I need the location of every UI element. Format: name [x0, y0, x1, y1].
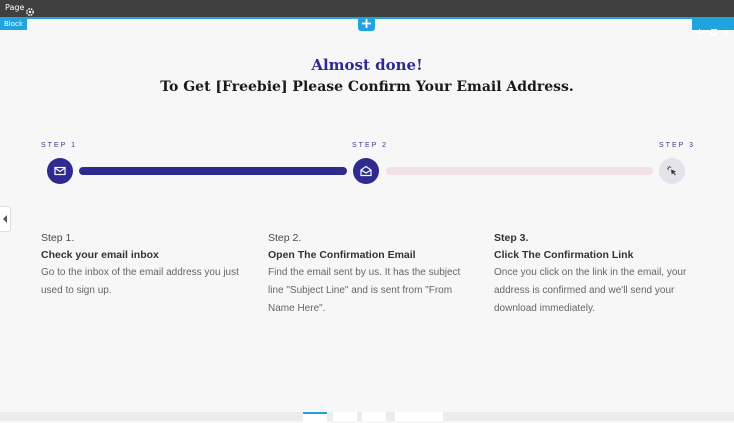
instruction-step-3: Step 3. Click The Confirmation Link Once… [494, 230, 704, 318]
plus-icon [362, 19, 371, 28]
block-toolbar [692, 19, 734, 36]
step-title: Open The Confirmation Email [268, 249, 416, 261]
step-3-label: STEP 3 [659, 142, 695, 149]
page-title: Almost done! [311, 56, 423, 74]
page-subtitle: To Get [Freebie] Please Confirm Your Ema… [160, 79, 574, 95]
step-description: Once you click on the link in the email,… [494, 267, 687, 314]
step-3-circle [659, 158, 685, 184]
editor-topbar: Page [0, 0, 734, 17]
bottom-toolbar-button[interactable] [395, 412, 443, 421]
sidebar-toggle[interactable] [0, 206, 11, 232]
mobile-view-tab[interactable] [362, 412, 386, 421]
step-2-circle [353, 158, 379, 184]
step-title: Check your email inbox [41, 249, 159, 261]
step-description: Go to the inbox of the email address you… [41, 267, 239, 296]
block-label[interactable]: Block [0, 19, 27, 30]
move-icon[interactable] [696, 21, 703, 36]
step-2-label: STEP 2 [352, 142, 388, 149]
step-number: Step 1. [41, 232, 75, 244]
gear-icon[interactable] [25, 2, 37, 16]
mail-icon [54, 166, 66, 176]
instruction-step-2: Step 2. Open The Confirmation Email Find… [268, 230, 468, 318]
add-block-button[interactable] [358, 17, 375, 31]
open-mail-icon [360, 165, 372, 177]
progress-bar-2 [386, 167, 653, 175]
page-label[interactable]: Page [5, 2, 24, 14]
step-description: Find the email sent by us. It has the su… [268, 267, 461, 314]
progress-bar-1 [79, 167, 347, 175]
tablet-view-tab[interactable] [333, 412, 357, 421]
step-1-circle [47, 158, 73, 184]
step-1-label: STEP 1 [41, 142, 77, 149]
click-icon [667, 166, 676, 176]
duplicate-icon[interactable] [710, 21, 717, 36]
step-number: Step 2. [268, 232, 302, 244]
desktop-view-tab[interactable] [303, 412, 327, 423]
instruction-step-1: Step 1. Check your email inbox Go to the… [41, 230, 241, 300]
chevron-left-icon [3, 215, 7, 223]
trash-icon[interactable] [723, 21, 730, 36]
step-number: Step 3. [494, 232, 529, 244]
step-title: Click The Confirmation Link [494, 249, 634, 261]
